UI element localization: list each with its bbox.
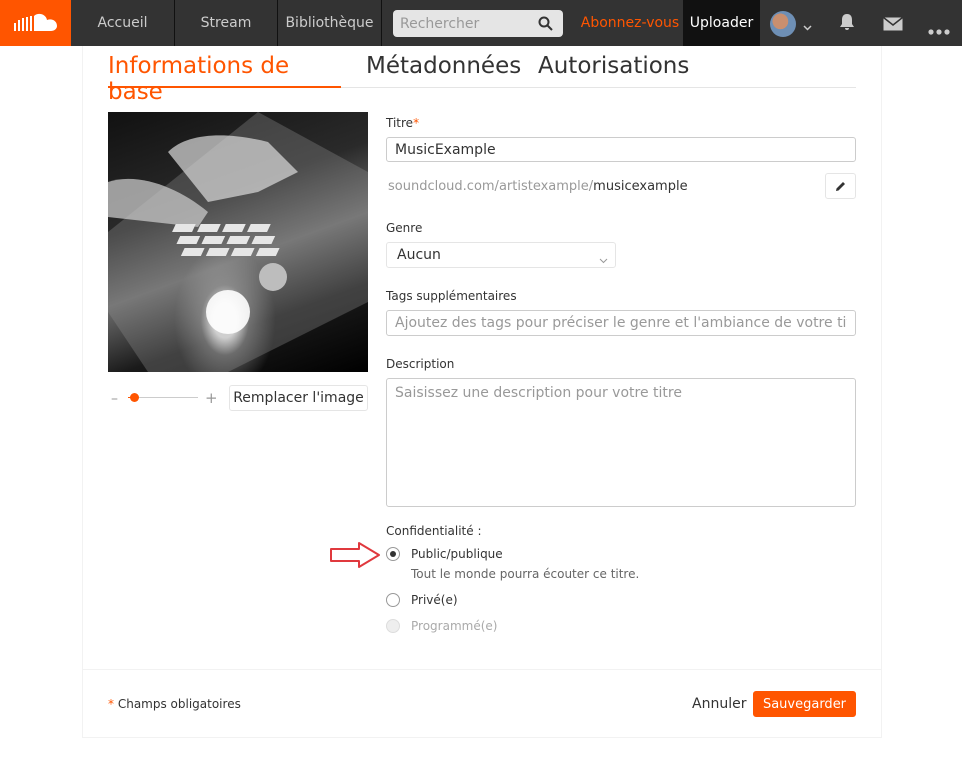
privacy-label: Confidentialité :	[386, 524, 482, 538]
genre-select-value: Aucun	[397, 247, 441, 263]
privacy-public-label[interactable]: Public/publique	[411, 547, 503, 561]
track-artwork-image	[108, 112, 368, 372]
save-button[interactable]: Sauvegarder	[753, 691, 856, 717]
chevron-down-icon[interactable]	[803, 17, 812, 36]
required-fields-note: * Champs obligatoires	[108, 697, 241, 711]
privacy-scheduled-radio	[386, 619, 400, 633]
cancel-button[interactable]: Annuler	[692, 696, 746, 712]
replace-image-button[interactable]: Remplacer l'image	[229, 385, 368, 411]
search-box	[393, 10, 563, 37]
description-textarea[interactable]	[386, 378, 856, 507]
tags-label: Tags supplémentaires	[386, 289, 517, 303]
zoom-slider-handle[interactable]	[130, 393, 139, 402]
nav-library[interactable]: Bibliothèque	[278, 0, 382, 46]
permalink-prefix: soundcloud.com/artistexample/	[388, 179, 594, 194]
title-label: Titre*	[386, 116, 420, 130]
zoom-in-icon[interactable]: +	[205, 389, 218, 407]
pencil-icon	[836, 181, 845, 191]
upload-button[interactable]: Uploader	[683, 0, 760, 46]
footer-divider	[83, 669, 881, 670]
cloud-icon	[13, 13, 57, 31]
subscribe-link[interactable]: Abonnez-vous	[577, 0, 683, 46]
tab-permissions[interactable]: Autorisations	[538, 52, 689, 88]
messages-envelope-icon[interactable]	[883, 16, 903, 35]
avatar[interactable]	[770, 11, 796, 37]
permalink: soundcloud.com/artistexample/musicexampl…	[388, 179, 688, 194]
privacy-public-radio[interactable]	[386, 547, 400, 561]
nav-home[interactable]: Accueil	[71, 0, 175, 46]
privacy-public-description: Tout le monde pourra écouter ce titre.	[411, 567, 640, 581]
privacy-scheduled-label: Programmé(e)	[411, 619, 498, 633]
title-input[interactable]	[386, 137, 856, 162]
tags-input[interactable]	[386, 310, 856, 336]
privacy-private-radio[interactable]	[386, 593, 400, 607]
soundcloud-logo[interactable]	[0, 0, 71, 46]
genre-select[interactable]: Aucun	[386, 242, 616, 268]
privacy-private-label[interactable]: Privé(e)	[411, 593, 458, 607]
genre-label: Genre	[386, 221, 423, 235]
top-nav: Accueil Stream Bibliothèque Abonnez-vous…	[0, 0, 962, 46]
edit-permalink-button[interactable]	[825, 173, 856, 199]
tab-metadata[interactable]: Métadonnées	[366, 52, 521, 88]
nav-stream[interactable]: Stream	[175, 0, 278, 46]
zoom-out-icon[interactable]: –	[111, 391, 118, 407]
description-label: Description	[386, 357, 455, 371]
search-icon[interactable]	[538, 16, 553, 35]
permalink-slug: musicexample	[593, 179, 688, 194]
edit-tabs: Informations de base Métadonnées Autoris…	[108, 52, 856, 105]
more-options-icon[interactable]	[928, 20, 950, 39]
chevron-down-icon	[599, 252, 608, 268]
annotation-arrow-icon	[330, 542, 380, 568]
notifications-bell-icon[interactable]	[839, 13, 855, 35]
tab-basic-info[interactable]: Informations de base	[108, 52, 341, 105]
